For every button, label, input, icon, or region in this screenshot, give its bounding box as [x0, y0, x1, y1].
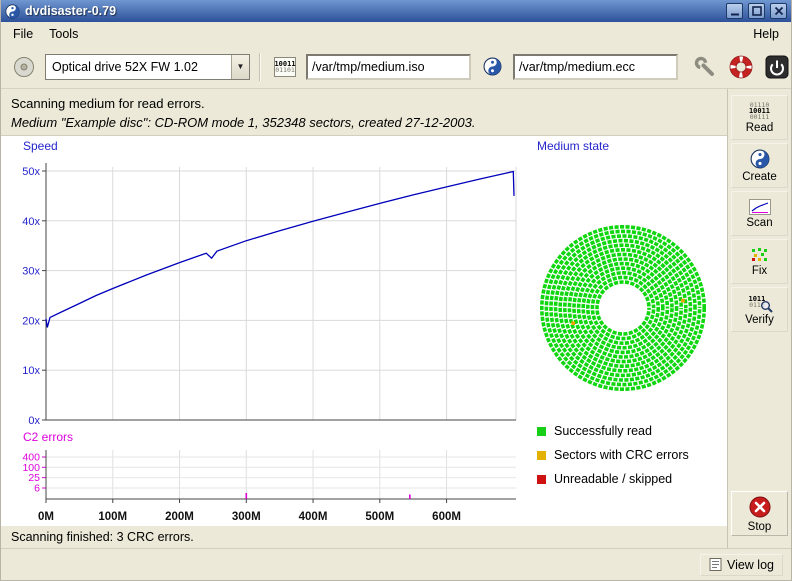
create-button-label: Create — [742, 171, 777, 183]
read-button[interactable]: 01110 10011 00111 Read — [731, 95, 788, 140]
svg-text:200M: 200M — [165, 511, 194, 523]
svg-text:50x: 50x — [22, 166, 40, 178]
ecc-path-input[interactable] — [513, 54, 678, 80]
maximize-icon — [751, 5, 763, 17]
medium-state-title: Medium state — [537, 139, 609, 153]
speed-chart-title: Speed — [23, 139, 58, 153]
quit-power-icon[interactable] — [762, 51, 792, 83]
scan-button-label: Scan — [746, 217, 772, 229]
scan-result-status: Scanning finished: 3 CRC errors. — [1, 526, 727, 548]
drive-icon[interactable] — [9, 51, 39, 83]
verify-button[interactable]: 1011 0110 Verify — [731, 287, 788, 332]
c2-errors-title: C2 errors — [23, 430, 73, 444]
app-icon — [5, 4, 20, 19]
log-icon — [709, 558, 722, 571]
svg-text:300M: 300M — [232, 511, 261, 523]
menu-file[interactable]: File — [5, 24, 41, 44]
svg-text:30x: 30x — [22, 266, 40, 278]
legend-label-success: Successfully read — [554, 424, 652, 438]
legend-label-crc: Sectors with CRC errors — [554, 448, 689, 462]
scan-button[interactable]: Scan — [731, 191, 788, 236]
maximize-button[interactable] — [748, 3, 765, 19]
medium-state-disc — [531, 216, 715, 400]
medium-state-legend: Successfully read Sectors with CRC error… — [537, 424, 689, 486]
legend-row-crc: Sectors with CRC errors — [537, 448, 689, 462]
legend-row-unreadable: Unreadable / skipped — [537, 472, 689, 486]
toolbar: Optical drive 52X FW 1.02 ▼ 1001101101 — [1, 45, 791, 89]
preferences-wrench-icon[interactable] — [690, 51, 720, 83]
c2-errors-chart: 4001002560M100M200M300M400M500M600M — [1, 444, 526, 526]
minimize-button[interactable] — [726, 3, 743, 19]
binary-read-icon: 01110 10011 00111 — [749, 102, 770, 120]
toolbar-separator — [259, 53, 261, 81]
svg-text:500M: 500M — [365, 511, 394, 523]
create-button[interactable]: Create — [731, 143, 788, 188]
svg-text:40x: 40x — [22, 216, 40, 228]
view-log-button[interactable]: View log — [700, 554, 783, 576]
app-window: dvdisaster-0.79 File Tools Help Optical … — [0, 0, 792, 581]
chart-panel: Speed 0x 10x 20x 30x 40x 50x Medium state Suc… — [1, 135, 727, 526]
view-log-label: View log — [727, 558, 774, 572]
content-area: Scanning medium for read errors. Medium … — [1, 89, 791, 548]
titlebar[interactable]: dvdisaster-0.79 — [1, 0, 791, 22]
verify-button-label: Verify — [745, 314, 774, 326]
minimize-icon — [729, 5, 741, 17]
legend-swatch-crc — [537, 451, 546, 460]
verify-magnifier-icon: 1011 0110 — [747, 295, 773, 312]
scan-chart-icon — [749, 199, 771, 215]
stop-button[interactable]: Stop — [731, 491, 788, 536]
svg-text:400M: 400M — [299, 511, 328, 523]
iso-image-icon[interactable]: 1001101101 — [270, 51, 300, 83]
fix-button[interactable]: Fix — [731, 239, 788, 284]
speed-chart: 0x 10x 20x 30x 40x 50x — [1, 152, 526, 430]
stop-button-label: Stop — [748, 521, 772, 533]
main-column: Scanning medium for read errors. Medium … — [1, 89, 727, 548]
stop-icon — [748, 495, 772, 519]
menu-tools[interactable]: Tools — [41, 24, 86, 44]
menu-help[interactable]: Help — [745, 24, 787, 44]
fix-button-label: Fix — [752, 265, 767, 277]
bottom-bar: View log — [1, 548, 791, 580]
drive-selector[interactable]: Optical drive 52X FW 1.02 ▼ — [45, 54, 250, 80]
legend-label-unreadable: Unreadable / skipped — [554, 472, 672, 486]
close-icon — [773, 5, 785, 17]
legend-swatch-unreadable — [537, 475, 546, 484]
status-header: Scanning medium for read errors. Medium … — [1, 89, 727, 135]
status-line2: Medium "Example disc": CD-ROM mode 1, 35… — [11, 113, 717, 132]
chevron-down-icon: ▼ — [231, 55, 249, 79]
close-button[interactable] — [770, 3, 787, 19]
svg-text:20x: 20x — [22, 315, 40, 327]
drive-selector-value: Optical drive 52X FW 1.02 — [46, 60, 231, 74]
yinyang-create-icon — [750, 149, 770, 169]
legend-row-success: Successfully read — [537, 424, 689, 438]
action-sidebar: 01110 10011 00111 Read Create — [727, 89, 791, 548]
svg-text:0M: 0M — [38, 511, 54, 523]
status-line1: Scanning medium for read errors. — [11, 94, 717, 113]
iso-path-input[interactable] — [306, 54, 471, 80]
menubar: File Tools Help — [1, 22, 791, 45]
fix-sectors-icon — [749, 247, 771, 263]
window-title: dvdisaster-0.79 — [25, 4, 721, 18]
legend-swatch-success — [537, 427, 546, 436]
ecc-file-icon[interactable] — [477, 51, 507, 83]
svg-text:0x: 0x — [28, 415, 40, 427]
svg-text:10x: 10x — [22, 365, 40, 377]
svg-text:100M: 100M — [98, 511, 127, 523]
dvdisaster-lifesaver-icon[interactable] — [726, 51, 756, 83]
svg-text:6: 6 — [34, 483, 40, 495]
read-button-label: Read — [746, 122, 774, 134]
svg-text:600M: 600M — [432, 511, 461, 523]
